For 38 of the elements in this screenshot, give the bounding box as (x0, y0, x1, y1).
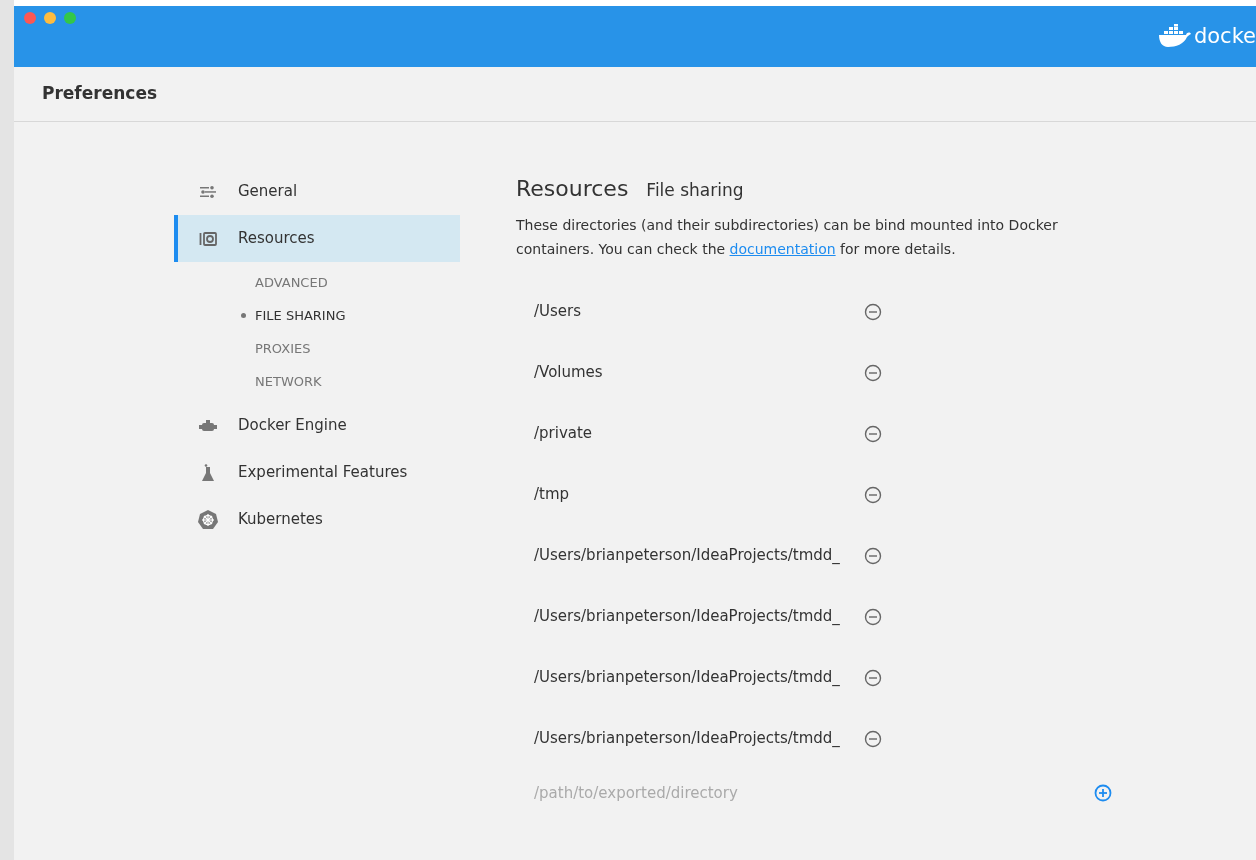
page-title: Preferences (42, 82, 158, 106)
sidebar-subitem[interactable]: ADVANCED (255, 272, 328, 293)
directory-path: /Users (534, 301, 583, 323)
whale-icon (1157, 24, 1192, 48)
description: These directories (and their subdirectories) can be bind mounted into Docker containers. You can check the documentation for more details. (516, 216, 1059, 259)
sliders-icon (200, 185, 216, 198)
directory-input[interactable]: /path/to/exported/directory (534, 781, 1094, 805)
directory-path: /Users/brianpeterson/IdeaProjects/tmdd_ (534, 545, 841, 567)
helm-icon (197, 508, 219, 531)
directory-path: /tmp (534, 484, 571, 506)
section-subtitle: File sharing (646, 179, 744, 202)
sidebar-item[interactable]: Resources (174, 215, 460, 262)
remove-icon[interactable] (864, 424, 882, 443)
engine-icon (199, 419, 217, 432)
directory-path: /Volumes (534, 362, 604, 384)
remove-icon[interactable] (864, 729, 882, 748)
flask-icon (201, 463, 215, 482)
directory-path: /private (534, 423, 594, 445)
logo-text: docke (1193, 25, 1256, 47)
remove-icon[interactable] (864, 546, 882, 565)
remove-icon[interactable] (864, 607, 882, 626)
remove-icon[interactable] (864, 485, 882, 504)
directory-path: /Users/brianpeterson/IdeaProjects/tmdd_ (534, 728, 841, 750)
sidebar-item[interactable]: Experimental Features (174, 449, 460, 496)
sidebar-subitem[interactable]: NETWORK (255, 371, 322, 392)
remove-icon[interactable] (864, 363, 882, 382)
remove-icon[interactable] (864, 302, 882, 321)
sidebar-subitem[interactable]: FILE SHARING (255, 305, 346, 326)
section-title: Resources (516, 175, 629, 203)
add-icon[interactable] (1094, 784, 1112, 802)
sidebar-item[interactable]: Kubernetes (174, 496, 460, 543)
sidebar-item[interactable]: General (174, 168, 460, 215)
directory-path: /Users/brianpeterson/IdeaProjects/tmdd_ (534, 606, 841, 628)
remove-icon[interactable] (864, 668, 882, 687)
sidebar-subitem[interactable]: PROXIES (255, 338, 311, 359)
disk-icon (199, 231, 217, 246)
sidebar-item[interactable]: Docker Engine (174, 402, 460, 449)
directory-path: /Users/brianpeterson/IdeaProjects/tmdd_ (534, 667, 841, 689)
